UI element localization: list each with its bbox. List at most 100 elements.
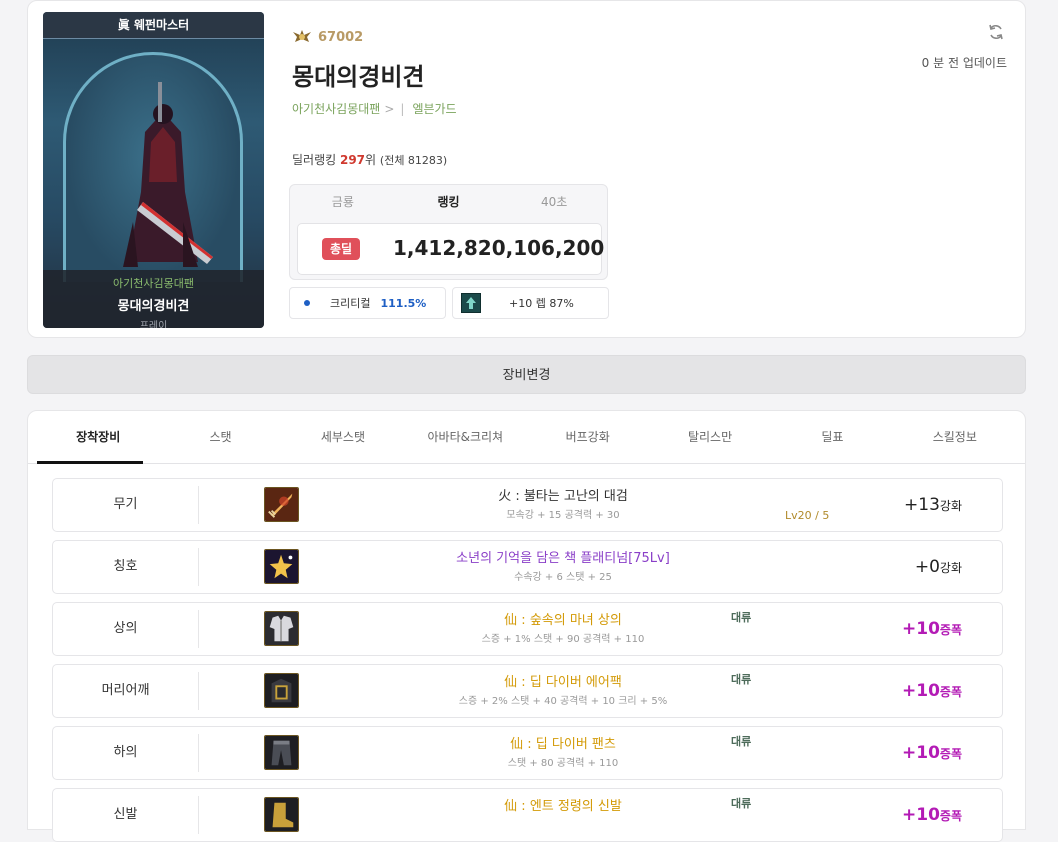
level-stat: +10 렙 87% bbox=[452, 287, 609, 319]
ranking-suffix: 위 bbox=[365, 153, 380, 167]
enhance-value: +10 bbox=[902, 681, 940, 701]
class-banner: 眞 웨펀마스터 bbox=[43, 12, 264, 39]
reinforce-level: +13강화 bbox=[904, 495, 962, 515]
tab-buff-enhance[interactable]: 버프강화 bbox=[527, 411, 649, 463]
item-name: 소년의 기억을 담은 책 플래티넘[75Lv] bbox=[456, 551, 670, 566]
total-damage-badge: 총딜 bbox=[322, 238, 360, 260]
critical-value: 111.5% bbox=[380, 296, 427, 310]
slot-label: 무기 bbox=[113, 497, 138, 512]
damage-panel: 금룡 랭킹 40초 총딜 1,412,820,106,200 bbox=[289, 184, 608, 280]
equipment-row[interactable]: 하의 仙 : 딥 다이버 팬츠 스탯 + 80 공격력 + 110 대류 +10… bbox=[52, 726, 1003, 780]
equipment-row[interactable]: 머리어깨 仙 : 딥 다이버 에어팩 스증 + 2% 스탯 + 40 공격력 +… bbox=[52, 664, 1003, 718]
item-level: Lv20 / 5 bbox=[785, 509, 830, 522]
row-divider bbox=[198, 672, 199, 710]
title-star-icon bbox=[264, 549, 299, 584]
damage-tabs: 금룡 랭킹 40초 bbox=[290, 185, 607, 219]
equipment-row[interactable]: 칭호 소년의 기억을 담은 책 플래티넘[75Lv] 수속강 + 6 스탯 + … bbox=[52, 540, 1003, 594]
ranking-prefix: 딜러랭킹 bbox=[292, 153, 340, 167]
total-damage-value: 1,412,820,106,200 bbox=[393, 236, 605, 260]
critical-stat: 크리티컬 111.5% bbox=[289, 287, 446, 319]
item-name: 仙 : 숲속의 마녀 상의 bbox=[504, 613, 622, 628]
reinforce-level: +0강화 bbox=[915, 557, 962, 577]
top-armor-icon bbox=[264, 611, 299, 646]
character-figure-image bbox=[123, 82, 213, 267]
item-stats: 스증 + 2% 스탯 + 40 공격력 + 10 크리 + 5% bbox=[458, 696, 668, 707]
guild-arrow-icon: > bbox=[384, 101, 395, 116]
tab-avatar-creature[interactable]: 아바타&크리쳐 bbox=[404, 411, 526, 463]
enhance-suffix: 강화 bbox=[939, 499, 962, 513]
critical-label: 크리티컬 bbox=[330, 297, 371, 310]
item-name: 火 : 불타는 고난의 대검 bbox=[498, 489, 628, 504]
tab-skill-info[interactable]: 스킬정보 bbox=[894, 411, 1016, 463]
tab-damage-table[interactable]: 딜표 bbox=[771, 411, 893, 463]
slot-label: 상의 bbox=[113, 621, 138, 636]
level-text: +10 렙 87% bbox=[509, 297, 574, 310]
enhance-value: +13 bbox=[904, 495, 940, 515]
item-stats: 스탯 + 80 공격력 + 110 bbox=[507, 758, 619, 769]
amplify-level: +10증폭 bbox=[902, 681, 962, 701]
enhance-suffix: 증폭 bbox=[939, 747, 962, 761]
enhance-value: +10 bbox=[902, 805, 940, 825]
fame-display: 67002 bbox=[292, 29, 363, 45]
damage-tab-ranking[interactable]: 랭킹 bbox=[396, 185, 502, 219]
enhance-value: +10 bbox=[902, 743, 940, 763]
guild-separator: | bbox=[400, 101, 405, 116]
amplify-level: +10증폭 bbox=[902, 805, 962, 825]
item-stats: 수속강 + 6 스탯 + 25 bbox=[514, 572, 612, 583]
profile-card: 眞 웨펀마스터 아기천사김몽대팬 몽대의경비견 프레이 67002 몽대의경비견… bbox=[27, 0, 1026, 338]
character-name: 몽대의경비견 bbox=[292, 63, 425, 91]
info-tabs: 장착장비 스탯 세부스탯 아바타&크리쳐 버프강화 탈리스만 딜표 스킬정보 bbox=[28, 411, 1025, 464]
slot-label: 머리어깨 bbox=[101, 683, 150, 698]
damage-tab-gold-dragon[interactable]: 금룡 bbox=[290, 185, 396, 219]
dealer-ranking: 딜러랭킹 297위 (전체 81283) bbox=[292, 151, 447, 168]
row-divider bbox=[198, 796, 199, 834]
portrait-guild: 아기천사김몽대팬 bbox=[113, 277, 194, 290]
slot-label: 신발 bbox=[113, 807, 138, 822]
equipment-row[interactable]: 무기 火 : 불타는 고난의 대검 모속강 + 15 공격력 + 30 Lv20… bbox=[52, 478, 1003, 532]
updated-time: 0 분 전 업데이트 bbox=[921, 56, 1007, 70]
tab-equipped[interactable]: 장착장비 bbox=[37, 411, 159, 464]
item-tag: 대류 bbox=[731, 797, 752, 810]
damage-tab-40sec[interactable]: 40초 bbox=[501, 185, 607, 219]
enhance-suffix: 강화 bbox=[939, 561, 962, 575]
portrait-server: 프레이 bbox=[139, 321, 168, 328]
item-tag: 대류 bbox=[731, 673, 752, 686]
equipment-row[interactable]: 상의 仙 : 숲속의 마녀 상의 스증 + 1% 스탯 + 90 공격력 + 1… bbox=[52, 602, 1003, 656]
item-name: 仙 : 딥 다이버 팬츠 bbox=[510, 737, 616, 752]
row-divider bbox=[198, 610, 199, 648]
tab-detail-stats[interactable]: 세부스탯 bbox=[282, 411, 404, 463]
item-stats: 모속강 + 15 공격력 + 30 bbox=[506, 510, 620, 521]
ranking-total: (전체 81283) bbox=[379, 154, 448, 167]
row-divider bbox=[198, 734, 199, 772]
critical-dot-icon bbox=[304, 300, 310, 306]
item-tag: 대류 bbox=[731, 735, 752, 748]
tab-talisman[interactable]: 탈리스만 bbox=[649, 411, 771, 463]
amplify-level: +10증폭 bbox=[902, 743, 962, 763]
ranking-number: 297 bbox=[339, 153, 366, 167]
guild-name-link[interactable]: 아기천사김몽대팬 bbox=[292, 100, 380, 117]
equipment-row[interactable]: 신발 仙 : 엔트 정령의 신발 대류 +10증폭 bbox=[52, 788, 1003, 842]
total-damage-box: 총딜 1,412,820,106,200 bbox=[297, 223, 605, 275]
item-stats: 스증 + 1% 스탯 + 90 공격력 + 110 bbox=[481, 634, 645, 645]
enhance-value: +0 bbox=[914, 557, 940, 577]
equipment-card: 장착장비 스탯 세부스탯 아바타&크리쳐 버프강화 탈리스만 딜표 스킬정보 무… bbox=[27, 410, 1026, 842]
enhance-suffix: 증폭 bbox=[939, 623, 962, 637]
refresh-icon[interactable] bbox=[987, 23, 1005, 41]
slot-label: 하의 bbox=[113, 745, 138, 760]
tab-stats[interactable]: 스탯 bbox=[159, 411, 281, 463]
item-name: 仙 : 딥 다이버 에어팩 bbox=[504, 675, 622, 690]
fame-value: 67002 bbox=[318, 29, 364, 45]
shoes-armor-icon bbox=[264, 797, 299, 832]
character-portrait: 眞 웨펀마스터 아기천사김몽대팬 몽대의경비견 프레이 bbox=[43, 12, 264, 328]
guild-line: 아기천사김몽대팬 > | 엘븐가드 bbox=[292, 100, 457, 117]
equip-change-button[interactable]: 장비변경 bbox=[27, 355, 1026, 394]
slot-label: 칭호 bbox=[113, 559, 138, 574]
portrait-name: 몽대의경비견 bbox=[117, 299, 190, 314]
enhance-value: +10 bbox=[902, 619, 940, 639]
sword-icon bbox=[264, 487, 299, 522]
shoulder-armor-icon bbox=[264, 673, 299, 708]
fame-crest-icon bbox=[293, 30, 311, 42]
item-name: 仙 : 엔트 정령의 신발 bbox=[504, 799, 622, 814]
job-name: 엘븐가드 bbox=[412, 102, 457, 116]
row-divider bbox=[198, 486, 199, 524]
